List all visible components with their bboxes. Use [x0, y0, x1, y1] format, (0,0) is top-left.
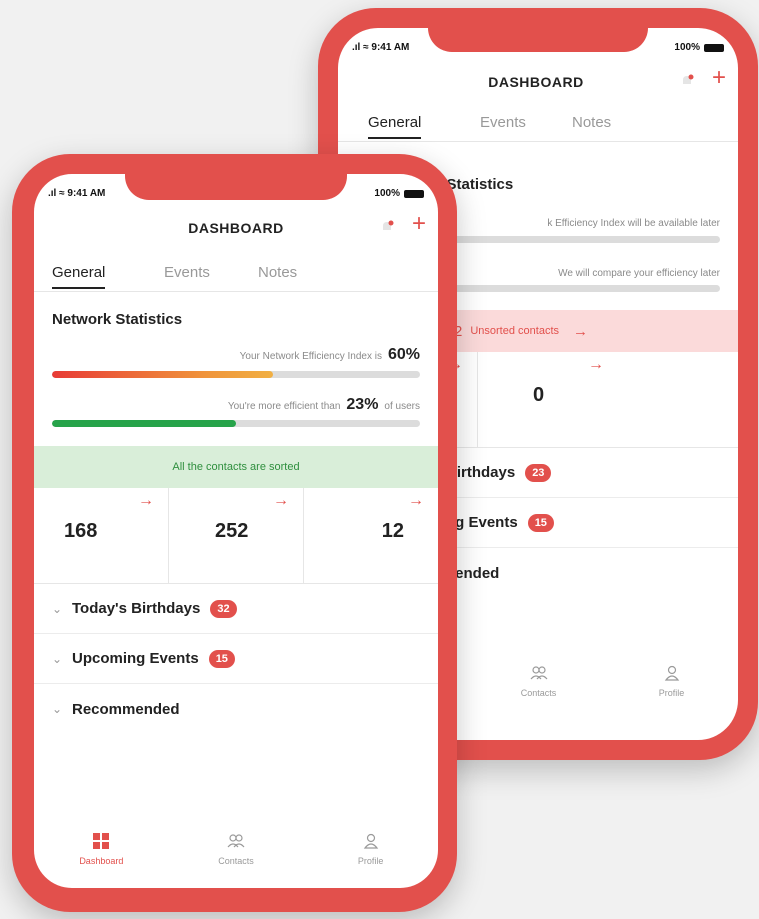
header: DASHBOARD + — [338, 66, 738, 98]
tab-events[interactable]: Events — [164, 264, 210, 287]
efficiency-text: k Efficiency Index will be available lat… — [547, 218, 720, 229]
counter-value: 0 — [533, 384, 545, 406]
compare-suffix: of users — [384, 401, 420, 412]
nav-contacts[interactable]: Contacts — [169, 818, 304, 888]
efficiency-pct: 60% — [387, 346, 420, 363]
contacts-icon — [530, 666, 547, 680]
counter-value: 168 — [64, 520, 98, 542]
page-title: DASHBOARD — [188, 220, 284, 236]
tab-notes[interactable]: Notes — [572, 114, 611, 137]
nav-contacts-label: Contacts — [218, 856, 254, 866]
tab-general[interactable]: General — [368, 114, 422, 139]
contacts-sorted-banner: All the contacts are sorted — [34, 446, 438, 488]
battery-icon — [704, 43, 724, 52]
nav-contacts[interactable]: Contacts — [472, 650, 605, 740]
grid-icon — [93, 833, 110, 849]
battery-text: 100% — [674, 42, 700, 53]
compare-bar — [52, 420, 420, 427]
tab-bar: General Events Notes — [338, 112, 738, 142]
counter-card[interactable]: → 0 — [478, 352, 618, 447]
arrow-right-icon: → — [588, 356, 604, 373]
efficiency-text: Your Network Efficiency Index is — [239, 351, 382, 362]
nav-dashboard-label: Dashboard — [79, 856, 124, 866]
signal-icon: .ıl ≈ — [48, 188, 68, 199]
upcoming-events-row[interactable]: ⌄ Upcoming Events 15 — [34, 634, 438, 684]
status-time: .ıl ≈ 9:41 AM — [352, 42, 409, 53]
compare-line: You're more efficient than 23% of users — [228, 396, 420, 414]
arrow-right-icon: → — [408, 492, 424, 509]
efficiency-bar-fill — [52, 371, 273, 378]
tab-general[interactable]: General — [52, 264, 106, 289]
events-badge: 15 — [527, 513, 554, 532]
tab-events[interactable]: Events — [480, 114, 526, 137]
nav-contacts-label: Contacts — [520, 688, 557, 698]
nav-profile[interactable]: Profile — [605, 650, 738, 740]
recommended-label: Recommended — [72, 700, 180, 718]
compare-bar-fill — [52, 420, 236, 427]
profile-icon — [363, 833, 378, 849]
notch — [125, 174, 347, 200]
add-button[interactable]: + — [412, 212, 426, 236]
header: DASHBOARD + — [34, 212, 438, 244]
time-text: 9:41 AM — [67, 188, 106, 199]
chevron-down-icon: ⌄ — [52, 651, 63, 666]
events-badge: 15 — [208, 649, 235, 668]
arrow-right-icon: → — [273, 492, 289, 509]
birthdays-row[interactable]: ⌄ Today's Birthdays 32 — [34, 584, 438, 634]
birthdays-label: Today's Birthdays — [72, 600, 201, 617]
birthdays-badge: 23 — [525, 463, 552, 482]
efficiency-bar — [52, 371, 420, 378]
notification-bell-icon[interactable] — [680, 74, 694, 88]
counter-card[interactable]: → 168 — [34, 488, 169, 583]
birthdays-badge: 32 — [210, 599, 237, 618]
counter-value: 252 — [215, 520, 249, 542]
efficiency-line: k Efficiency Index will be available lat… — [547, 218, 720, 229]
compare-text: We will compare your efficiency later — [558, 268, 720, 279]
arrow-right-icon: → — [138, 492, 154, 509]
page-title: DASHBOARD — [488, 74, 584, 90]
nav-profile[interactable]: Profile — [303, 818, 438, 888]
phone-front-screen: .ıl ≈ 9:41 AM 100% DASHBOARD + General E… — [34, 174, 438, 888]
compare-text: You're more efficient than — [227, 401, 341, 412]
signal-icon: .ıl ≈ — [352, 42, 372, 53]
section-title: Network Statistics — [52, 311, 183, 328]
nav-dashboard[interactable]: Dashboard — [34, 818, 169, 888]
unsorted-label: Unsorted contacts — [470, 325, 559, 337]
nav-profile-label: Profile — [357, 856, 384, 866]
contacts-icon — [227, 834, 245, 848]
battery-text: 100% — [374, 188, 400, 199]
chevron-down-icon: ⌄ — [52, 702, 63, 716]
bottom-nav: Dashboard Contacts Profile — [34, 818, 438, 888]
notch — [428, 28, 648, 52]
time-text: 9:41 AM — [371, 42, 410, 53]
compare-line: We will compare your efficiency later — [558, 268, 720, 279]
nav-profile-label: Profile — [658, 688, 685, 698]
recommended-row[interactable]: ⌄ Recommended — [34, 684, 438, 734]
status-time: .ıl ≈ 9:41 AM — [48, 188, 105, 199]
banner-text: All the contacts are sorted — [172, 461, 300, 473]
efficiency-line: Your Network Efficiency Index is 60% — [240, 346, 420, 364]
counter-card[interactable]: → 12 — [304, 488, 438, 583]
compare-pct: 23% — [346, 396, 379, 413]
arrow-right-icon: → — [573, 322, 588, 340]
profile-icon — [664, 665, 679, 681]
battery-icon — [404, 189, 424, 198]
counter-value: 12 — [381, 520, 404, 542]
tab-bar: General Events Notes — [34, 262, 438, 292]
counters-row: → 168 → 252 → 12 — [34, 488, 438, 584]
chevron-down-icon: ⌄ — [52, 601, 63, 616]
add-button[interactable]: + — [712, 66, 726, 90]
phone-front: .ıl ≈ 9:41 AM 100% DASHBOARD + General E… — [12, 154, 457, 912]
tab-notes[interactable]: Notes — [258, 264, 297, 287]
notification-bell-icon[interactable] — [380, 220, 394, 234]
counter-card[interactable]: → 252 — [169, 488, 304, 583]
events-label: Upcoming Events — [72, 650, 199, 667]
status-battery: 100% — [674, 42, 724, 53]
status-battery: 100% — [374, 188, 424, 199]
